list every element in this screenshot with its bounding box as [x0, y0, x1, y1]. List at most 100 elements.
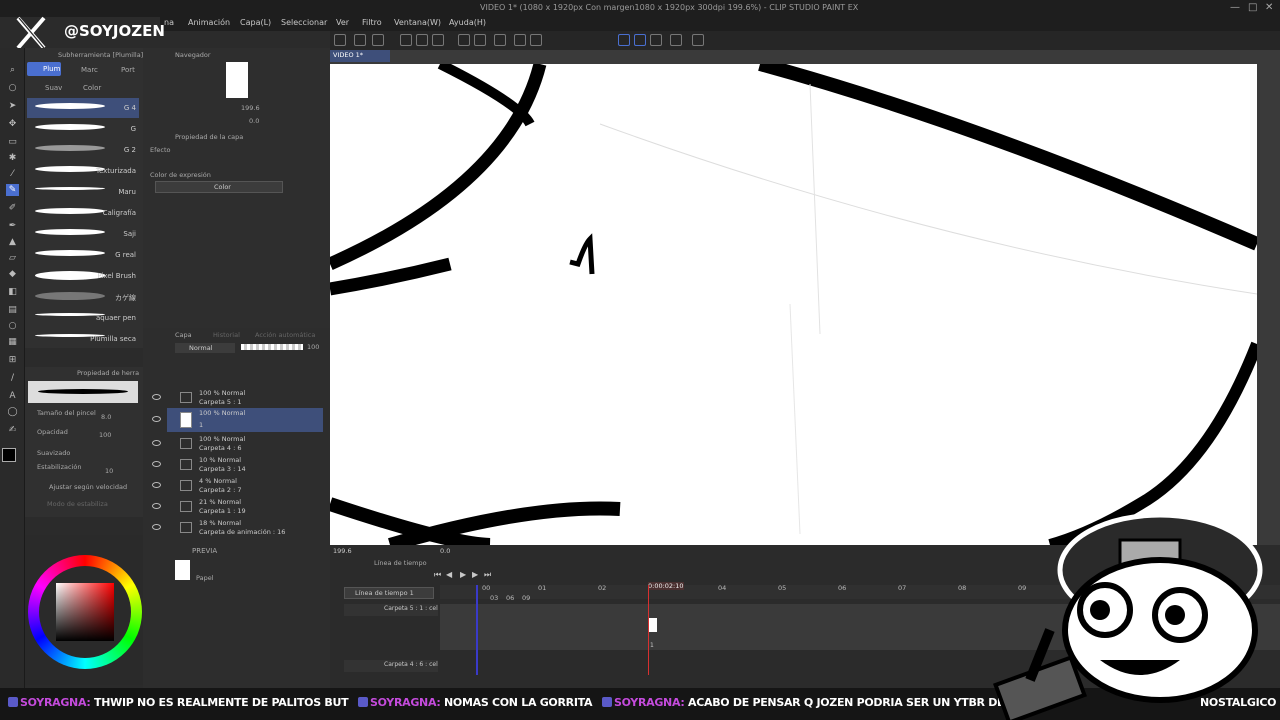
blend-tool-icon[interactable]: ◆	[6, 268, 19, 280]
snap-special-ruler-icon[interactable]	[634, 34, 646, 46]
opacity-slider[interactable]	[241, 344, 303, 350]
opacity-value[interactable]: 100	[99, 431, 111, 439]
selection-tool-icon[interactable]: ▭	[6, 136, 19, 148]
visibility-eye-icon[interactable]	[152, 524, 161, 530]
ruler-tool-icon[interactable]: ⊞	[6, 354, 19, 366]
navigator-tab[interactable]: Navegador	[175, 51, 211, 59]
blend-mode-select[interactable]: Normal	[175, 343, 235, 353]
brush-item[interactable]: Saji	[27, 224, 139, 244]
brush-item[interactable]: Pixel Brush	[27, 266, 139, 286]
playhead[interactable]	[648, 585, 649, 675]
visibility-eye-icon[interactable]	[152, 440, 161, 446]
layer-row[interactable]: 100 % Normal Carpeta 5 : 1	[152, 388, 323, 408]
brush-item[interactable]: Plumilla seca	[27, 329, 139, 349]
copy-icon[interactable]	[416, 34, 428, 46]
brush-item[interactable]: G 4	[27, 98, 139, 118]
last-frame-icon[interactable]: ⏭	[484, 570, 491, 580]
open-file-icon[interactable]	[372, 34, 384, 46]
layer-row-selected[interactable]: 100 % Normal 1	[152, 408, 323, 432]
visibility-eye-icon[interactable]	[152, 394, 161, 400]
speed-checkbox-label[interactable]: Ajustar según velocidad	[49, 483, 127, 491]
next-frame-icon[interactable]: ▶	[472, 570, 478, 579]
move-tool-icon[interactable]: ✥	[6, 118, 19, 130]
correct-line-tool-icon[interactable]: ✍	[6, 424, 19, 436]
eyedropper-icon[interactable]: ⁄	[6, 168, 19, 180]
navigator-thumbnail[interactable]	[226, 62, 248, 98]
menu-ver[interactable]: Ver	[336, 18, 349, 27]
text-tool-icon[interactable]: A	[6, 390, 19, 402]
track-header[interactable]: Carpeta 5 : 1 : cel	[344, 604, 438, 616]
tool-property-tab[interactable]: Propiedad de herra	[77, 369, 139, 377]
visibility-eye-icon[interactable]	[152, 461, 161, 467]
layer-row[interactable]: 18 % Normal Carpeta de animación : 16	[152, 518, 323, 538]
layer-row[interactable]: 10 % Normal Carpeta 3 : 14	[152, 455, 323, 475]
tab-portaminas[interactable]: Port	[121, 66, 135, 74]
menu-seleccionar[interactable]: Seleccionar	[281, 18, 327, 27]
layer-property-tab[interactable]: Propiedad de la capa	[175, 133, 243, 141]
magic-wand-icon[interactable]: ✱	[6, 152, 19, 164]
drawing-canvas[interactable]	[330, 64, 1257, 545]
brush-item[interactable]: G real	[27, 245, 139, 265]
status-angle[interactable]: 0.0	[440, 547, 450, 555]
close-button[interactable]: ✕	[1265, 2, 1273, 13]
layer-row[interactable]: 4 % Normal Carpeta 2 : 7	[152, 476, 323, 496]
settings-icon[interactable]	[692, 34, 704, 46]
visibility-eye-icon[interactable]	[152, 482, 161, 488]
menu-ayuda[interactable]: Ayuda(H)	[449, 18, 486, 27]
navigator-zoom[interactable]: 199.6	[241, 104, 260, 112]
main-color-swatch[interactable]	[2, 448, 16, 462]
figure-tool-icon[interactable]: ○	[6, 320, 19, 332]
tab-history[interactable]: Historial	[213, 331, 240, 339]
prev-frame-icon[interactable]: ◀	[446, 570, 452, 579]
stabilization-value[interactable]: 10	[105, 467, 113, 475]
snap-ruler-icon[interactable]	[618, 34, 630, 46]
snap-grid-icon[interactable]	[650, 34, 662, 46]
play-icon[interactable]: ▶	[460, 570, 466, 579]
brush-item[interactable]: カゲ線	[27, 287, 139, 307]
hue-ring[interactable]	[28, 555, 142, 669]
clear-icon[interactable]	[514, 34, 526, 46]
visibility-eye-icon[interactable]	[152, 416, 161, 422]
brush-tool-icon[interactable]: ✒	[6, 220, 19, 232]
fill-icon[interactable]	[530, 34, 542, 46]
canvas-tab[interactable]: VIDEO 1*	[330, 50, 390, 62]
saturation-square[interactable]	[56, 583, 114, 641]
start-marker[interactable]	[476, 585, 478, 675]
menu-filtro[interactable]: Filtro	[362, 18, 382, 27]
loading-icon[interactable]	[494, 34, 506, 46]
device-icon[interactable]	[670, 34, 682, 46]
paste-icon[interactable]	[432, 34, 444, 46]
save-icon[interactable]	[400, 34, 412, 46]
menu-animacion[interactable]: Animación	[188, 18, 230, 27]
lasso-tool-icon[interactable]: ○	[6, 82, 19, 94]
preview-layer-label[interactable]: PREVIA	[192, 547, 217, 555]
maximize-button[interactable]: □	[1248, 2, 1257, 13]
gradient-tool-icon[interactable]: ▤	[6, 304, 19, 316]
frame-tool-icon[interactable]: ▦	[6, 336, 19, 348]
operation-tool-icon[interactable]: ➤	[6, 100, 19, 112]
menu-icon[interactable]	[334, 34, 346, 46]
menu-capa[interactable]: Capa(L)	[240, 18, 271, 27]
redo-icon[interactable]	[474, 34, 486, 46]
tab-marcador[interactable]: Marc	[81, 66, 98, 74]
timeline-select[interactable]: Línea de tiempo 1	[344, 587, 434, 599]
timeline-tab[interactable]: Línea de tiempo	[374, 559, 427, 567]
brush-item[interactable]: aquaer pen	[27, 308, 139, 328]
tab-auto-action[interactable]: Acción automática	[255, 331, 315, 339]
brush-item[interactable]: Maru	[27, 182, 139, 202]
expression-color-select[interactable]: Color	[155, 181, 283, 193]
line-tool-icon[interactable]: /	[6, 372, 19, 384]
zoom-tool-icon[interactable]: ⌕	[6, 64, 19, 76]
stabilization-mode[interactable]: Modo de estabiliza	[47, 500, 108, 508]
brush-item[interactable]: G	[27, 119, 139, 139]
visibility-eye-icon[interactable]	[152, 503, 161, 509]
menu-ventana[interactable]: Ventana(W)	[394, 18, 441, 27]
tab-plumilla[interactable]: Plum	[27, 62, 61, 76]
tab-layers[interactable]: Capa	[175, 331, 192, 339]
tab-suave[interactable]: Suav	[45, 84, 62, 92]
undo-icon[interactable]	[458, 34, 470, 46]
balloon-tool-icon[interactable]: ◯	[6, 406, 19, 418]
navigator-angle[interactable]: 0.0	[249, 117, 259, 125]
track-header[interactable]: Carpeta 4 : 6 : cel	[344, 660, 438, 672]
brush-item[interactable]: G 2	[27, 140, 139, 160]
